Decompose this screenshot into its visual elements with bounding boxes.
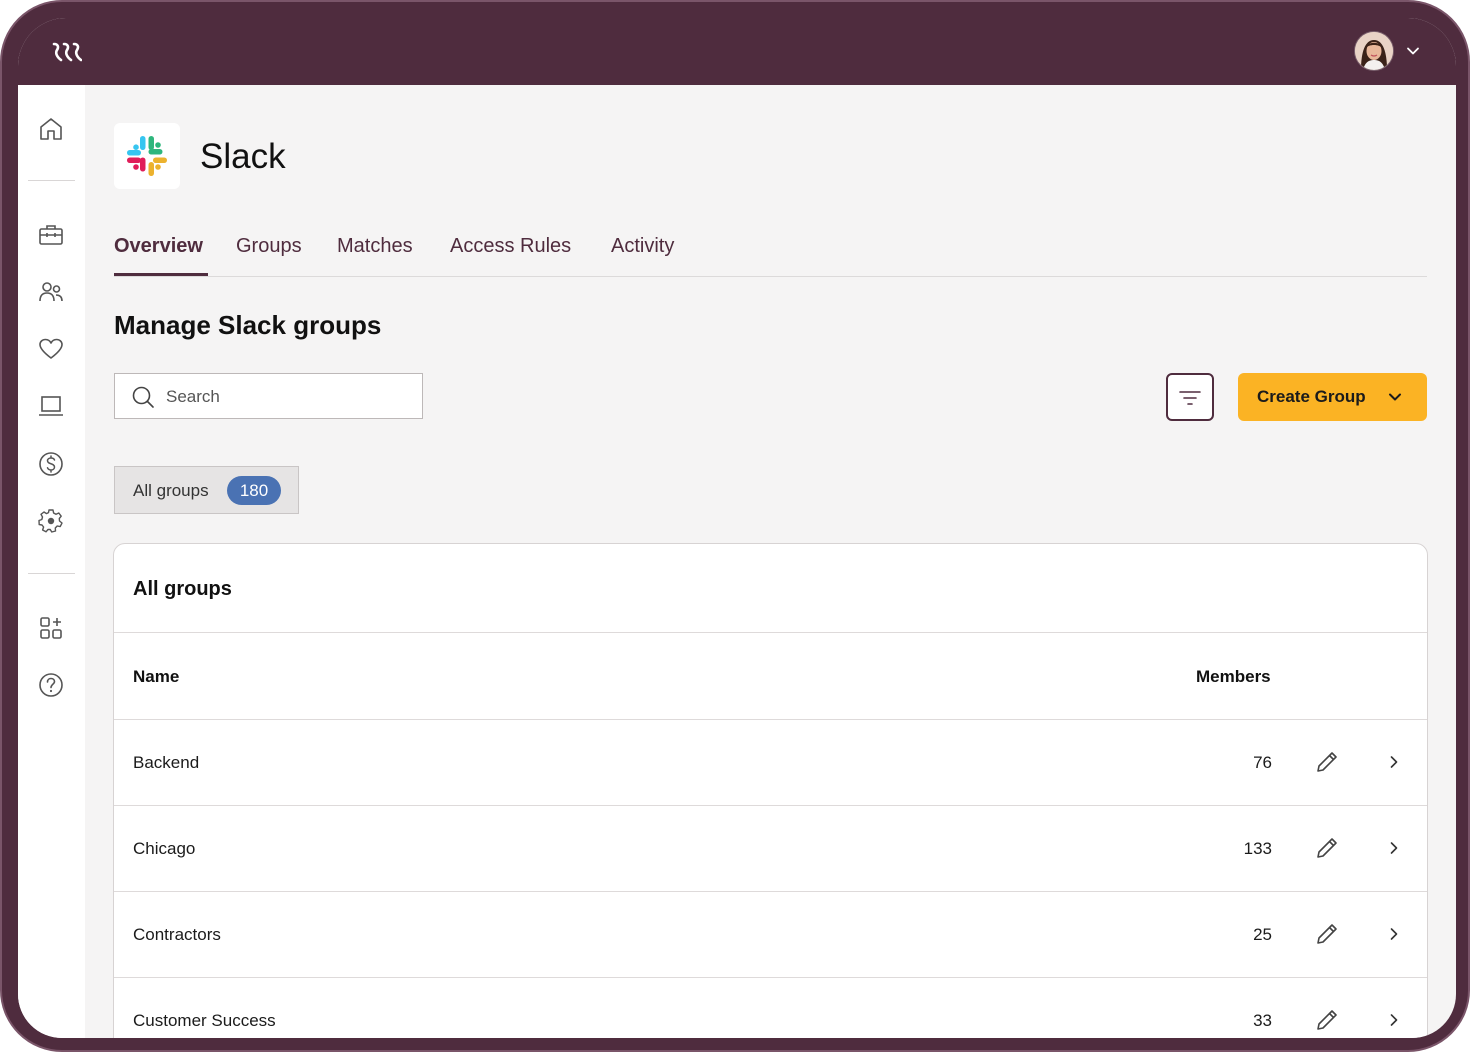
divider (114, 891, 1427, 892)
column-header-name[interactable]: Name (133, 666, 179, 688)
chevron-right-icon[interactable] (1387, 927, 1401, 941)
row-members: 133 (1243, 839, 1272, 858)
people-icon[interactable] (38, 279, 64, 305)
divider (114, 719, 1427, 720)
row-members: 33 (1253, 1011, 1272, 1030)
page-title: Manage Slack groups (114, 310, 382, 340)
column-header-members[interactable]: Members (1196, 666, 1271, 688)
row-members: 76 (1253, 753, 1272, 772)
row-name[interactable]: Customer Success (133, 1010, 276, 1032)
all-groups-filter-chip[interactable]: All groups 180 (114, 466, 299, 514)
groups-table-card: All groups Name Members Backend 76 Chica… (113, 543, 1428, 1038)
row-name[interactable]: Contractors (133, 924, 221, 946)
row-name[interactable]: Chicago (133, 838, 195, 860)
divider (114, 805, 1427, 806)
briefcase-icon[interactable] (38, 222, 64, 248)
app-logo-tile (114, 123, 180, 189)
filter-button[interactable] (1166, 373, 1214, 421)
tab-bar: Overview Groups Matches Access Rules Act… (114, 230, 1427, 277)
app-screen: Slack Overview Groups Matches Access Rul… (18, 18, 1456, 1038)
help-icon[interactable] (38, 672, 64, 698)
divider (114, 632, 1427, 633)
count-badge: 180 (227, 476, 281, 505)
chevron-right-icon[interactable] (1387, 841, 1401, 855)
tab-access-rules[interactable]: Access Rules (450, 233, 571, 259)
card-title: All groups (133, 578, 232, 600)
divider (114, 977, 1427, 978)
settings-gear-icon[interactable] (38, 508, 64, 534)
device-frame: Slack Overview Groups Matches Access Rul… (0, 0, 1470, 1052)
main-content: Slack Overview Groups Matches Access Rul… (85, 85, 1456, 1038)
row-members: 25 (1253, 925, 1272, 944)
chevron-down-icon (1389, 393, 1401, 401)
active-tab-indicator (114, 273, 208, 276)
create-group-label: Create Group (1257, 387, 1366, 406)
chevron-right-icon[interactable] (1387, 1013, 1401, 1027)
search-icon (132, 386, 154, 408)
laptop-icon[interactable] (38, 393, 64, 419)
edit-pencil-icon[interactable] (1314, 835, 1340, 861)
row-name[interactable]: Backend (133, 752, 199, 774)
app-title: Slack (200, 137, 286, 176)
sidebar-divider (28, 180, 75, 181)
chevron-right-icon[interactable] (1387, 755, 1401, 769)
tab-groups[interactable]: Groups (236, 233, 302, 259)
top-bar (18, 18, 1456, 85)
sidebar (18, 85, 85, 1038)
search-input[interactable]: Search (114, 373, 423, 419)
sidebar-divider (28, 573, 75, 574)
rippling-logo-icon[interactable] (52, 41, 82, 63)
slack-logo-icon (127, 136, 167, 176)
chevron-down-icon[interactable] (1406, 44, 1420, 58)
edit-pencil-icon[interactable] (1314, 1007, 1340, 1033)
filter-icon (1179, 391, 1201, 405)
edit-pencil-icon[interactable] (1314, 921, 1340, 947)
edit-pencil-icon[interactable] (1314, 749, 1340, 775)
search-placeholder: Search (166, 387, 220, 406)
chip-label: All groups (133, 481, 209, 500)
tab-overview[interactable]: Overview (114, 233, 203, 259)
apps-add-icon[interactable] (38, 615, 64, 641)
tab-matches[interactable]: Matches (337, 233, 413, 259)
heart-icon[interactable] (38, 336, 64, 362)
home-icon[interactable] (38, 116, 64, 142)
tab-activity[interactable]: Activity (611, 233, 674, 259)
user-avatar[interactable] (1355, 32, 1393, 70)
create-group-button[interactable]: Create Group (1238, 373, 1427, 421)
dollar-icon[interactable] (38, 451, 64, 477)
